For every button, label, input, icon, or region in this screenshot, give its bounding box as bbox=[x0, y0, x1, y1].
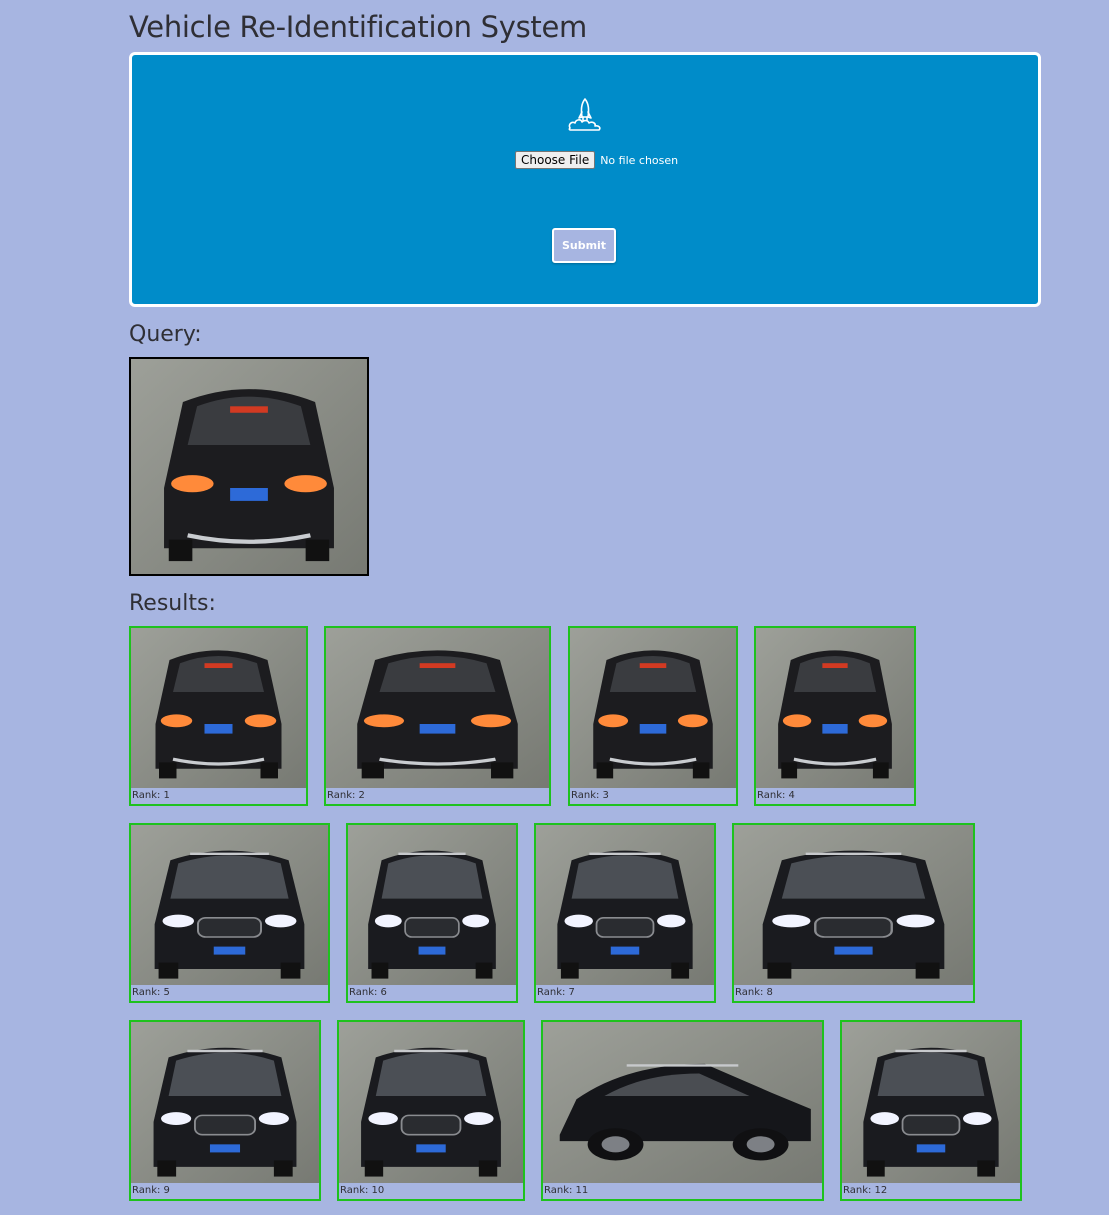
rank-label: Rank: 5 bbox=[132, 987, 170, 998]
file-status-text: No file chosen bbox=[600, 153, 679, 167]
result-card: Rank: 3 bbox=[568, 626, 738, 806]
result-image bbox=[339, 1022, 523, 1183]
rank-label: Rank: 1 bbox=[132, 790, 170, 801]
rank-label: Rank: 7 bbox=[537, 987, 575, 998]
query-image bbox=[129, 357, 369, 576]
result-card: Rank: 8 bbox=[732, 823, 975, 1003]
result-image bbox=[131, 825, 328, 985]
result-card: Rank: 7 bbox=[534, 823, 716, 1003]
rank-label: Rank: 9 bbox=[132, 1185, 170, 1196]
rank-label: Rank: 4 bbox=[757, 790, 795, 801]
page-title: Vehicle Re-Identification System bbox=[129, 10, 587, 44]
rank-label: Rank: 12 bbox=[843, 1185, 888, 1196]
result-card: Rank: 1 bbox=[129, 626, 308, 806]
result-card: Rank: 5 bbox=[129, 823, 330, 1003]
result-card: Rank: 11 bbox=[541, 1020, 824, 1201]
rank-label: Rank: 3 bbox=[571, 790, 609, 801]
rocket-cloud-icon bbox=[568, 98, 601, 131]
result-image bbox=[131, 1022, 319, 1183]
result-image bbox=[326, 628, 549, 788]
file-input[interactable]: Choose File No file chosen bbox=[515, 150, 678, 170]
result-image bbox=[570, 628, 736, 788]
rank-label: Rank: 6 bbox=[349, 987, 387, 998]
result-card: Rank: 2 bbox=[324, 626, 551, 806]
result-image bbox=[842, 1022, 1020, 1183]
result-image bbox=[756, 628, 914, 788]
upload-panel: Choose File No file chosen Submit bbox=[129, 52, 1041, 307]
result-card: Rank: 12 bbox=[840, 1020, 1022, 1201]
result-card: Rank: 4 bbox=[754, 626, 916, 806]
rank-label: Rank: 2 bbox=[327, 790, 365, 801]
result-image bbox=[543, 1022, 822, 1183]
submit-button[interactable]: Submit bbox=[552, 228, 616, 263]
result-card: Rank: 10 bbox=[337, 1020, 525, 1201]
choose-file-button[interactable]: Choose File bbox=[515, 151, 596, 169]
result-image bbox=[131, 628, 306, 788]
result-card: Rank: 6 bbox=[346, 823, 518, 1003]
result-image bbox=[536, 825, 714, 985]
result-image bbox=[734, 825, 973, 985]
results-heading: Results: bbox=[129, 591, 216, 616]
rank-label: Rank: 10 bbox=[340, 1185, 385, 1196]
query-heading: Query: bbox=[129, 322, 202, 347]
rank-label: Rank: 11 bbox=[544, 1185, 589, 1196]
rank-label: Rank: 8 bbox=[735, 987, 773, 998]
result-image bbox=[348, 825, 516, 985]
result-card: Rank: 9 bbox=[129, 1020, 321, 1201]
